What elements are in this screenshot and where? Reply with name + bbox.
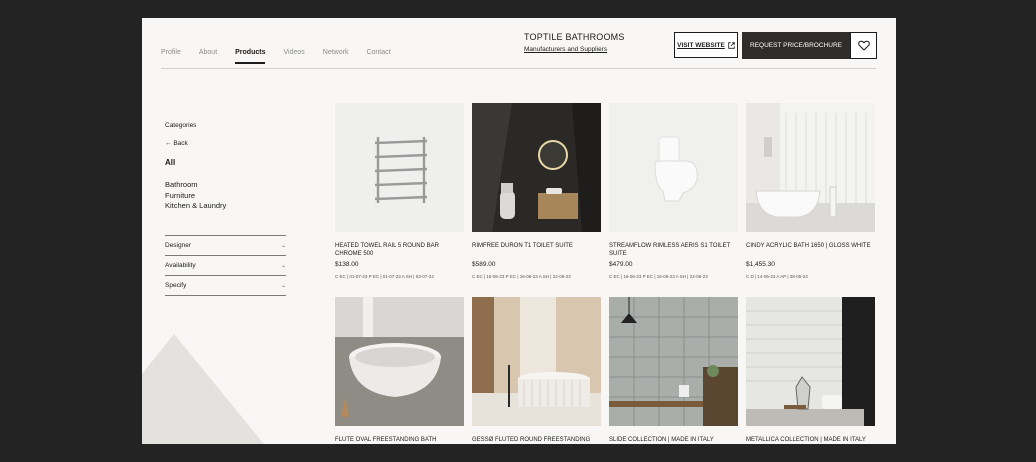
product-image bbox=[746, 297, 875, 426]
tab-videos[interactable]: Videos bbox=[283, 49, 304, 62]
chevron-down-icon: ⌄ bbox=[280, 263, 286, 269]
product-card[interactable]: FLUTE OVAL FREESTANDING BATH bbox=[335, 297, 464, 444]
category-list: Bathroom Furniture Kitchen & Laundry bbox=[165, 180, 287, 212]
tab-about[interactable]: About bbox=[199, 49, 217, 62]
product-image bbox=[472, 297, 601, 426]
product-card[interactable]: RIMFREE DURON T1 TOILET SUITE $589.00 C … bbox=[472, 103, 601, 279]
product-image bbox=[609, 103, 738, 232]
product-card[interactable]: CINDY ACRYLIC BATH 1650 | GLOSS WHITE $1… bbox=[746, 103, 875, 279]
product-meta: C D | 14-05-23 A AP | 28-05-23 bbox=[746, 274, 808, 279]
product-card[interactable]: STREAMFLOW RIMLESS AERIS S1 TOILET SUITE… bbox=[609, 103, 738, 279]
product-meta: C EC | 01-07-23 P EC | 01-07-23 A SH | 0… bbox=[335, 274, 434, 279]
product-price: $1,455.30 bbox=[746, 261, 775, 268]
product-meta: C EC | 16-06-23 P EC | 16-06-23 A SH | 2… bbox=[472, 274, 571, 279]
product-title: RIMFREE DURON T1 TOILET SUITE bbox=[472, 243, 573, 249]
favorite-button[interactable] bbox=[850, 32, 877, 59]
product-title: STREAMFLOW RIMLESS AERIS S1 TOILET SUITE bbox=[609, 243, 731, 257]
tab-network[interactable]: Network bbox=[323, 49, 349, 62]
product-price: $479.00 bbox=[609, 261, 633, 268]
product-image bbox=[609, 297, 738, 426]
visit-website-label: VISIT WEBSITE bbox=[677, 41, 725, 49]
product-page: Profile About Products Videos Network Co… bbox=[142, 18, 896, 444]
product-title: CINDY ACRYLIC BATH 1650 | GLOSS WHITE bbox=[746, 243, 871, 249]
arrow-left-icon: ← bbox=[165, 140, 172, 147]
categories-label: Categories bbox=[165, 122, 197, 129]
category-furniture[interactable]: Furniture bbox=[165, 191, 287, 202]
filter-list: Designer ⌄ Availability ⌄ Specify ⌄ bbox=[165, 235, 286, 296]
request-price-button[interactable]: REQUEST PRICE/BROCHURE bbox=[742, 32, 850, 59]
filter-availability[interactable]: Availability ⌄ bbox=[165, 255, 286, 275]
tab-contact[interactable]: Contact bbox=[366, 49, 390, 62]
product-title: FLUTE OVAL FREESTANDING BATH bbox=[335, 437, 437, 443]
filter-label: Designer bbox=[165, 242, 192, 249]
decorative-shape bbox=[142, 334, 264, 444]
category-sidebar: Categories ← Back All Bathroom Furniture… bbox=[165, 122, 287, 212]
filter-label: Specify bbox=[165, 282, 187, 289]
chevron-down-icon: ⌄ bbox=[280, 243, 286, 249]
visit-website-button[interactable]: VISIT WEBSITE bbox=[674, 32, 738, 58]
filter-designer[interactable]: Designer ⌄ bbox=[165, 235, 286, 255]
header-divider bbox=[161, 68, 876, 69]
category-kitchen-laundry[interactable]: Kitchen & Laundry bbox=[165, 201, 287, 212]
product-image bbox=[746, 103, 875, 232]
chevron-down-icon: ⌄ bbox=[280, 283, 286, 289]
tab-profile[interactable]: Profile bbox=[161, 49, 181, 62]
product-card[interactable]: HEATED TOWEL RAIL 5 ROUND BAR CHROME 500… bbox=[335, 103, 464, 279]
product-meta: C EC | 16-06-23 P EC | 16-06-23 A SH | 2… bbox=[609, 274, 708, 279]
product-image bbox=[335, 297, 464, 426]
back-label: Back bbox=[173, 140, 188, 147]
brand-name: TOPTILE BATHROOMS bbox=[524, 32, 625, 42]
category-all[interactable]: All bbox=[165, 158, 287, 167]
product-price: $138.00 bbox=[335, 261, 359, 268]
product-title: METALLICA COLLECTION | MADE IN ITALY bbox=[746, 437, 866, 443]
profile-tabs: Profile About Products Videos Network Co… bbox=[161, 49, 409, 64]
category-bathroom[interactable]: Bathroom bbox=[165, 180, 287, 191]
back-link[interactable]: ← Back bbox=[165, 140, 287, 147]
brand-subtitle-link[interactable]: Manufacturers and Suppliers bbox=[524, 46, 625, 53]
heart-icon bbox=[857, 40, 870, 51]
product-image bbox=[335, 103, 464, 232]
external-link-icon bbox=[728, 41, 735, 49]
product-card[interactable]: GESSØ FLUTED ROUND FREESTANDING BATH bbox=[472, 297, 601, 444]
product-price: $589.00 bbox=[472, 261, 496, 268]
filter-specify[interactable]: Specify ⌄ bbox=[165, 275, 286, 296]
product-card[interactable]: METALLICA COLLECTION | MADE IN ITALY bbox=[746, 297, 875, 444]
filter-label: Availability bbox=[165, 262, 196, 269]
brand-block: TOPTILE BATHROOMS Manufacturers and Supp… bbox=[524, 32, 625, 53]
product-title: GESSØ FLUTED ROUND FREESTANDING BATH bbox=[472, 437, 591, 443]
product-image bbox=[472, 103, 601, 232]
tab-products[interactable]: Products bbox=[235, 49, 266, 64]
product-title: HEATED TOWEL RAIL 5 ROUND BAR CHROME 500 bbox=[335, 243, 439, 257]
product-title: SLIDE COLLECTION | MADE IN ITALY bbox=[609, 437, 714, 443]
product-card[interactable]: SLIDE COLLECTION | MADE IN ITALY bbox=[609, 297, 738, 444]
